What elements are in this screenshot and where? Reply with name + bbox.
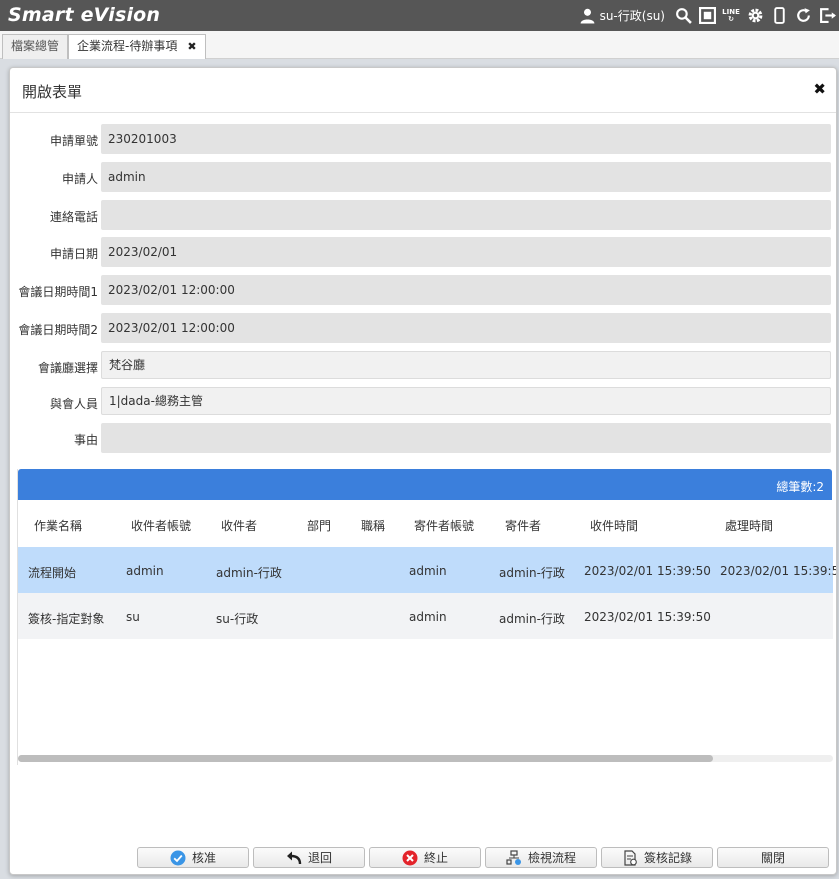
return-button[interactable]: 退回 [253, 847, 365, 868]
logout-icon[interactable] [818, 7, 836, 25]
field-row: 會議日期時間2 2023/02/01 12:00:00 [10, 313, 836, 343]
table-row[interactable]: 流程開始 admin admin-行政 admin admin-行政 2023/… [18, 547, 836, 593]
table-cell: 2023/02/01 15:39:50 [584, 610, 711, 624]
column-header[interactable]: 寄件者 [505, 517, 541, 534]
button-label: 退回 [307, 851, 332, 865]
total-count: 總筆數:2 [776, 480, 824, 494]
flow-icon [506, 849, 522, 866]
table-cell: 2023/02/01 15:39:50 [584, 564, 711, 578]
table-cell: admin-行政 [216, 566, 282, 580]
terminate-button[interactable]: 終止 [369, 847, 481, 868]
field-label: 連絡電話 [49, 210, 98, 224]
tab-workflow-todo[interactable]: 企業流程-待辦事項 ✖ [68, 34, 206, 59]
field-label: 申請日期 [49, 247, 98, 261]
grid-header-bar: 總筆數:2 [18, 469, 832, 500]
field-row: 事由 [10, 423, 836, 453]
horizontal-scrollbar[interactable] [18, 755, 833, 762]
refresh-icon[interactable] [794, 7, 812, 25]
meeting-hall-select[interactable]: 梵谷廳 [101, 351, 831, 379]
dialog-title: 開啟表單 [22, 83, 83, 101]
table-cell: admin-行政 [499, 566, 565, 580]
close-button[interactable]: 關閉 [717, 847, 829, 868]
button-label: 檢視流程 [527, 851, 576, 865]
table-cell: 簽核-指定對象 [28, 612, 105, 626]
button-label: 關閉 [760, 851, 785, 865]
grid-column-headers: 作業名稱 收件者帳號 收件者 部門 職稱 寄件者帳號 寄件者 收件時間 處理時間 [18, 500, 833, 547]
return-arrow-icon [286, 850, 302, 866]
button-label: 終止 [423, 851, 448, 865]
reason-field [101, 423, 831, 453]
app-brand: Smart eVision [8, 4, 161, 26]
field-row: 申請單號 230201003 [10, 124, 836, 154]
column-header[interactable]: 作業名稱 [34, 517, 82, 534]
column-header[interactable]: 處理時間 [725, 517, 773, 534]
attendees-field[interactable]: 1|dada-總務主管 [101, 387, 831, 415]
dialog-close-icon[interactable]: ✖ [813, 80, 826, 98]
approval-record-button[interactable]: 簽核記錄 [601, 847, 713, 868]
close-tab-icon[interactable]: ✖ [187, 40, 196, 53]
field-row: 連絡電話 [10, 200, 836, 230]
table-cell: admin-行政 [499, 612, 565, 626]
user-name[interactable]: su-行政(su) [600, 7, 665, 24]
field-label: 申請單號 [49, 134, 98, 148]
field-row: 會議日期時間1 2023/02/01 12:00:00 [10, 275, 836, 305]
tab-file-manager[interactable]: 檔案總管 [2, 34, 69, 59]
button-label: 核准 [191, 851, 216, 865]
search-icon[interactable] [674, 7, 692, 25]
fullscreen-icon[interactable] [698, 7, 716, 25]
column-header[interactable]: 收件者帳號 [131, 517, 191, 534]
field-label: 會議日期時間2 [18, 323, 98, 337]
column-header[interactable]: 收件時間 [590, 517, 638, 534]
top-toolbar: su-行政(su) LINE ↻ [576, 0, 839, 31]
phone-field [101, 200, 831, 230]
table-cell: admin [409, 564, 447, 578]
mobile-icon[interactable] [770, 7, 788, 25]
line-icon[interactable]: LINE ↻ [722, 7, 740, 25]
gear-icon[interactable] [746, 7, 764, 25]
table-row[interactable]: 簽核-指定對象 su su-行政 admin admin-行政 2023/02/… [18, 593, 833, 639]
view-flow-button[interactable]: 檢視流程 [485, 847, 597, 868]
meeting-datetime-2-field: 2023/02/01 12:00:00 [101, 313, 831, 343]
user-icon[interactable] [579, 7, 597, 25]
button-label: 簽核記錄 [643, 851, 692, 865]
column-header[interactable]: 部門 [307, 517, 331, 534]
field-label: 會議日期時間1 [18, 285, 98, 299]
table-cell: admin [409, 610, 447, 624]
workflow-grid: 總筆數:2 作業名稱 收件者帳號 收件者 部門 職稱 寄件者帳號 寄件者 收件時… [17, 469, 836, 765]
tab-strip: 檔案總管 企業流程-待辦事項 ✖ [0, 31, 839, 59]
check-circle-icon [170, 850, 186, 866]
table-cell: 流程開始 [28, 566, 77, 580]
table-cell: su-行政 [216, 612, 259, 626]
tab-label: 檔案總管 [11, 39, 60, 53]
scrollbar-thumb[interactable] [18, 755, 713, 762]
field-label: 事由 [73, 433, 98, 447]
approve-button[interactable]: 核准 [137, 847, 249, 868]
field-row: 與會人員 1|dada-總務主管 [10, 387, 836, 417]
field-label: 申請人 [61, 172, 98, 186]
field-row: 申請日期 2023/02/01 [10, 237, 836, 267]
column-header[interactable]: 收件者 [221, 517, 257, 534]
open-form-dialog: 開啟表單 ✖ 申請單號 230201003 申請人 admin 連絡電話 申請日… [9, 67, 837, 875]
tab-label: 企業流程-待辦事項 [77, 39, 178, 53]
field-label: 與會人員 [49, 397, 98, 411]
column-header[interactable]: 職稱 [361, 517, 385, 534]
x-circle-icon [402, 850, 418, 866]
field-label: 會議廳選擇 [37, 361, 98, 375]
column-header[interactable]: 寄件者帳號 [414, 517, 474, 534]
apply-date-field: 2023/02/01 [101, 237, 831, 267]
field-row: 申請人 admin [10, 162, 836, 192]
application-number-field: 230201003 [101, 124, 831, 154]
table-cell: su [126, 610, 140, 624]
applicant-field: admin [101, 162, 831, 192]
field-row: 會議廳選擇 梵谷廳 [10, 351, 836, 381]
dialog-header: 開啟表單 ✖ [10, 68, 836, 113]
top-bar: Smart eVision su-行政(su) LINE ↻ [0, 0, 839, 31]
document-icon [622, 849, 638, 866]
meeting-datetime-1-field: 2023/02/01 12:00:00 [101, 275, 831, 305]
table-cell: admin [126, 564, 164, 578]
table-cell: 2023/02/01 15:39:50 [720, 564, 837, 578]
